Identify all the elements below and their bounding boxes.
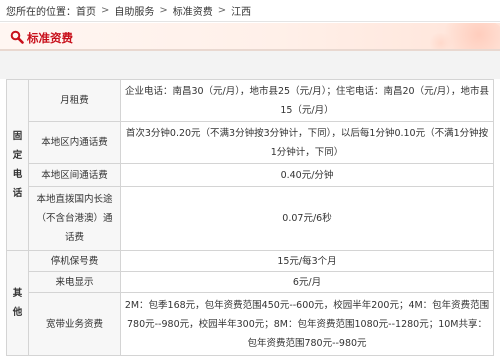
value-cell: 0.40元/分钟 bbox=[120, 163, 494, 187]
item-cell: 宽带业务资费 bbox=[28, 292, 121, 356]
value-cell: 6元/月 bbox=[120, 271, 494, 293]
breadcrumb-label: 您所在的位置： bbox=[6, 7, 76, 18]
table-row: 来电显示 6元/月 bbox=[7, 271, 494, 293]
table-top-spacer bbox=[0, 51, 500, 79]
breadcrumb-link-home[interactable]: 首页 bbox=[76, 3, 96, 18]
breadcrumb-link-self-service[interactable]: 自助服务 bbox=[114, 3, 154, 18]
value-cell: 0.07元/6秒 bbox=[120, 186, 494, 251]
item-cell: 本地直拨国内长途（不含台港澳）通话费 bbox=[28, 186, 121, 251]
item-cell: 本地区内通话费 bbox=[28, 121, 121, 164]
table-row: 固定电话 月租费 企业电话：南昌30（元/月），地市县25（元/月）；住宅电话：… bbox=[6, 79, 494, 251]
breadcrumb-link-standard-fees[interactable]: 标准资费 bbox=[173, 3, 213, 18]
table-row: 其他 停机保号费 15元/每3个月 bbox=[6, 250, 494, 356]
header-decoration bbox=[428, 33, 454, 49]
table-row: 本地区间通话费 0.40元/分钟 bbox=[7, 163, 494, 187]
breadcrumb-current-jiangxi: 江西 bbox=[231, 7, 252, 18]
item-cell: 本地区间通话费 bbox=[28, 163, 121, 187]
value-cell: 企业电话：南昌30（元/月），地市县25（元/月）；住宅电话：南昌20（元/月）… bbox=[120, 79, 494, 122]
category-cell-fixed-phone: 固定电话 bbox=[6, 79, 29, 251]
page-title: 标准资费 bbox=[27, 31, 73, 45]
value-cell: 首次3分钟0.20元（不满3分钟按3分钟计，下同），以后每1分钟0.10元（不满… bbox=[120, 121, 494, 164]
breadcrumb-separator: > bbox=[217, 5, 227, 16]
breadcrumb-separator: > bbox=[159, 5, 168, 16]
fee-table: 固定电话 月租费 企业电话：南昌30（元/月），地市县25（元/月）；住宅电话：… bbox=[6, 79, 494, 356]
category-cell-other: 其他 bbox=[6, 250, 29, 356]
table-row: 宽带业务资费 2M：包季168元，包年资费范围450元--600元，校园半年20… bbox=[7, 292, 494, 356]
item-cell: 月租费 bbox=[28, 79, 121, 122]
table-row: 本地区内通话费 首次3分钟0.20元（不满3分钟按3分钟计，下同），以后每1分钟… bbox=[7, 121, 494, 164]
value-cell: 15元/每3个月 bbox=[120, 250, 494, 272]
section-header: 标准资费 bbox=[0, 23, 500, 51]
item-cell: 来电显示 bbox=[28, 271, 121, 293]
search-icon bbox=[10, 30, 24, 44]
table-row: 本地直拨国内长途（不含台港澳）通话费 0.07元/6秒 bbox=[7, 186, 494, 251]
breadcrumb: 您所在的位置： 首页 > 自助服务 > 标准资费 > 江西 bbox=[0, 0, 500, 22]
item-cell: 停机保号费 bbox=[28, 250, 121, 272]
breadcrumb-separator: > bbox=[101, 5, 110, 16]
value-cell: 2M：包季168元，包年资费范围450元--600元，校园半年200元；4M：包… bbox=[120, 292, 494, 356]
